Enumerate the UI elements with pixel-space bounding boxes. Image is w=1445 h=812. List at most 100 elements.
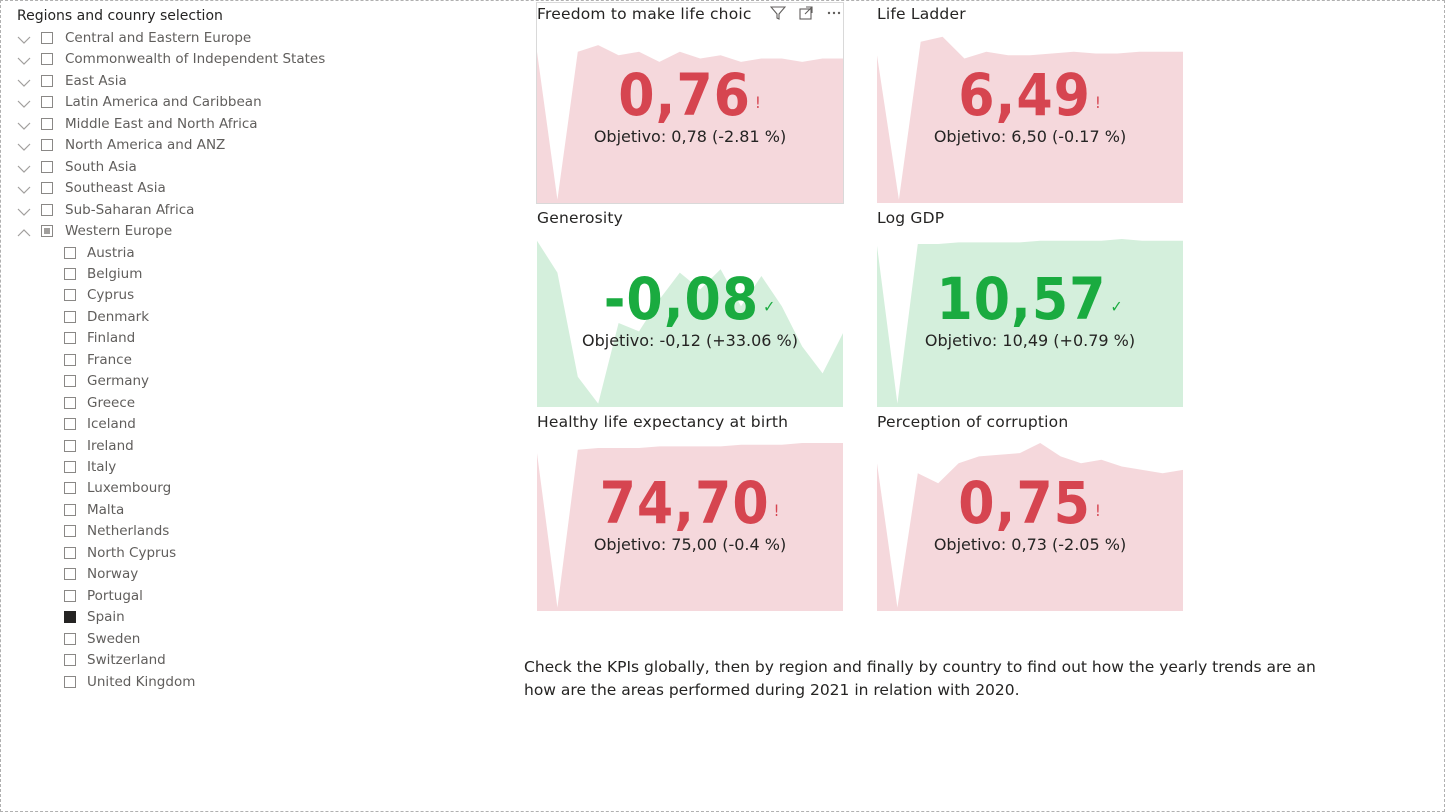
- kpi-title: Life Ladder: [877, 5, 966, 23]
- region-row[interactable]: Sub-Saharan Africa: [17, 200, 417, 221]
- kpi-card[interactable]: Perception of corruption 0,75! Objetivo: 0…: [877, 411, 1183, 611]
- region-checkbox[interactable]: [41, 32, 53, 44]
- check-icon: ✓: [763, 297, 777, 316]
- country-row[interactable]: Austria: [17, 243, 417, 264]
- chevron-down-icon[interactable]: [17, 204, 31, 216]
- region-label: North America and ANZ: [65, 137, 226, 154]
- region-checkbox[interactable]: [41, 117, 53, 130]
- chevron-down-icon[interactable]: [17, 161, 31, 173]
- country-row[interactable]: Portugal: [17, 586, 417, 607]
- country-checkbox[interactable]: [64, 589, 76, 602]
- country-checkbox[interactable]: [64, 461, 76, 473]
- country-row[interactable]: Germany: [17, 371, 417, 392]
- region-row[interactable]: Latin America and Caribbean: [17, 92, 417, 113]
- chevron-down-icon[interactable]: [17, 53, 31, 66]
- country-label: Belgium: [87, 265, 143, 282]
- kpi-value: 74,70!: [537, 473, 843, 533]
- country-checkbox[interactable]: [64, 310, 76, 323]
- region-row[interactable]: Southeast Asia: [17, 178, 417, 199]
- region-row[interactable]: North America and ANZ: [17, 135, 417, 156]
- filter-icon[interactable]: [769, 5, 787, 23]
- country-checkbox[interactable]: [64, 611, 76, 624]
- country-row[interactable]: Cyprus: [17, 285, 417, 306]
- country-checkbox[interactable]: [64, 439, 76, 452]
- country-row[interactable]: Italy: [17, 457, 417, 478]
- country-checkbox[interactable]: [64, 546, 76, 559]
- country-row[interactable]: Belgium: [17, 264, 417, 285]
- kpi-card[interactable]: Freedom to make life choic 0,76! Objetivo:…: [536, 2, 844, 204]
- country-row[interactable]: Malta: [17, 500, 417, 521]
- country-row[interactable]: Greece: [17, 393, 417, 414]
- country-row[interactable]: North Cyprus: [17, 543, 417, 564]
- country-checkbox[interactable]: [64, 353, 76, 366]
- region-checkbox[interactable]: [41, 225, 53, 238]
- chevron-down-icon[interactable]: [17, 182, 31, 194]
- country-checkbox[interactable]: [64, 503, 76, 516]
- region-checkbox[interactable]: [41, 160, 53, 173]
- region-row[interactable]: East Asia: [17, 71, 417, 92]
- region-checkbox[interactable]: [41, 96, 53, 109]
- region-checkbox[interactable]: [41, 53, 53, 66]
- kpi-goal: Objetivo: 0,73 (-2.05 %): [933, 535, 1127, 554]
- country-row[interactable]: Netherlands: [17, 521, 417, 542]
- country-label: France: [87, 351, 132, 368]
- country-checkbox[interactable]: [64, 568, 76, 581]
- kpi-card[interactable]: Life Ladder 6,49! Objetivo: 6,50 (-0.17 %): [877, 3, 1183, 203]
- chevron-down-icon[interactable]: [17, 96, 31, 109]
- country-row[interactable]: United Kingdom: [17, 672, 417, 693]
- kpi-card[interactable]: Log GDP 10,57 ✓ Objetivo: 10,49 (+0.79 %): [877, 207, 1183, 407]
- country-row[interactable]: Ireland: [17, 436, 417, 457]
- chevron-up-icon[interactable]: [17, 225, 31, 237]
- country-row[interactable]: Switzerland: [17, 650, 417, 671]
- warning-icon: !: [1094, 501, 1102, 520]
- country-checkbox[interactable]: [64, 289, 76, 302]
- country-checkbox[interactable]: [64, 418, 76, 431]
- chevron-down-icon[interactable]: [17, 32, 31, 44]
- country-checkbox[interactable]: [64, 267, 76, 280]
- country-row[interactable]: Luxembourg: [17, 478, 417, 499]
- country-checkbox[interactable]: [64, 246, 76, 259]
- chevron-down-icon[interactable]: [17, 118, 31, 130]
- country-row[interactable]: Norway: [17, 564, 417, 585]
- region-checkbox[interactable]: [41, 74, 53, 87]
- region-row[interactable]: Western Europe: [17, 221, 417, 242]
- instructions-text: Check the KPIs globally, then by region …: [524, 658, 1316, 699]
- check-icon: ✓: [1110, 297, 1124, 316]
- focus-mode-icon[interactable]: [797, 5, 815, 23]
- region-checkbox[interactable]: [41, 182, 53, 195]
- country-row[interactable]: Finland: [17, 328, 417, 349]
- chevron-down-icon[interactable]: [17, 75, 31, 87]
- country-checkbox[interactable]: [64, 332, 76, 345]
- country-row[interactable]: Spain: [17, 607, 417, 628]
- country-label: Netherlands: [87, 523, 170, 540]
- country-checkbox[interactable]: [64, 525, 76, 538]
- region-row[interactable]: Middle East and North Africa: [17, 114, 417, 135]
- kpi-value: 0,76!: [537, 65, 843, 125]
- country-row[interactable]: Sweden: [17, 629, 417, 650]
- country-row[interactable]: Denmark: [17, 307, 417, 328]
- kpi-goal: Objetivo: -0,12 (+33.06 %): [582, 331, 798, 350]
- country-label: Germany: [87, 373, 150, 390]
- country-checkbox[interactable]: [64, 396, 76, 409]
- country-label: United Kingdom: [87, 673, 196, 690]
- region-row[interactable]: Central and Eastern Europe: [17, 28, 417, 49]
- region-label: Central and Eastern Europe: [65, 30, 252, 46]
- country-checkbox[interactable]: [64, 654, 76, 667]
- more-options-icon[interactable]: [825, 5, 843, 23]
- country-row[interactable]: Iceland: [17, 414, 417, 435]
- country-checkbox[interactable]: [64, 632, 76, 645]
- kpi-card[interactable]: Healthy life expectancy at birth 74,70! Ob…: [537, 411, 843, 611]
- region-checkbox[interactable]: [41, 203, 53, 216]
- region-row[interactable]: Commonwealth of Independent States: [17, 49, 417, 70]
- region-row[interactable]: South Asia: [17, 157, 417, 178]
- country-checkbox[interactable]: [64, 482, 76, 495]
- kpi-title: Freedom to make life choic: [537, 5, 752, 23]
- country-checkbox[interactable]: [64, 675, 76, 688]
- chevron-down-icon[interactable]: [17, 139, 31, 152]
- country-checkbox[interactable]: [64, 375, 76, 388]
- country-row[interactable]: France: [17, 350, 417, 371]
- country-label: Portugal: [87, 587, 143, 604]
- kpi-value-text: 0,76: [618, 61, 751, 129]
- region-checkbox[interactable]: [41, 139, 53, 152]
- kpi-card[interactable]: Generosity -0,08 ✓ Objetivo: -0,12 (+33.06 …: [537, 207, 843, 407]
